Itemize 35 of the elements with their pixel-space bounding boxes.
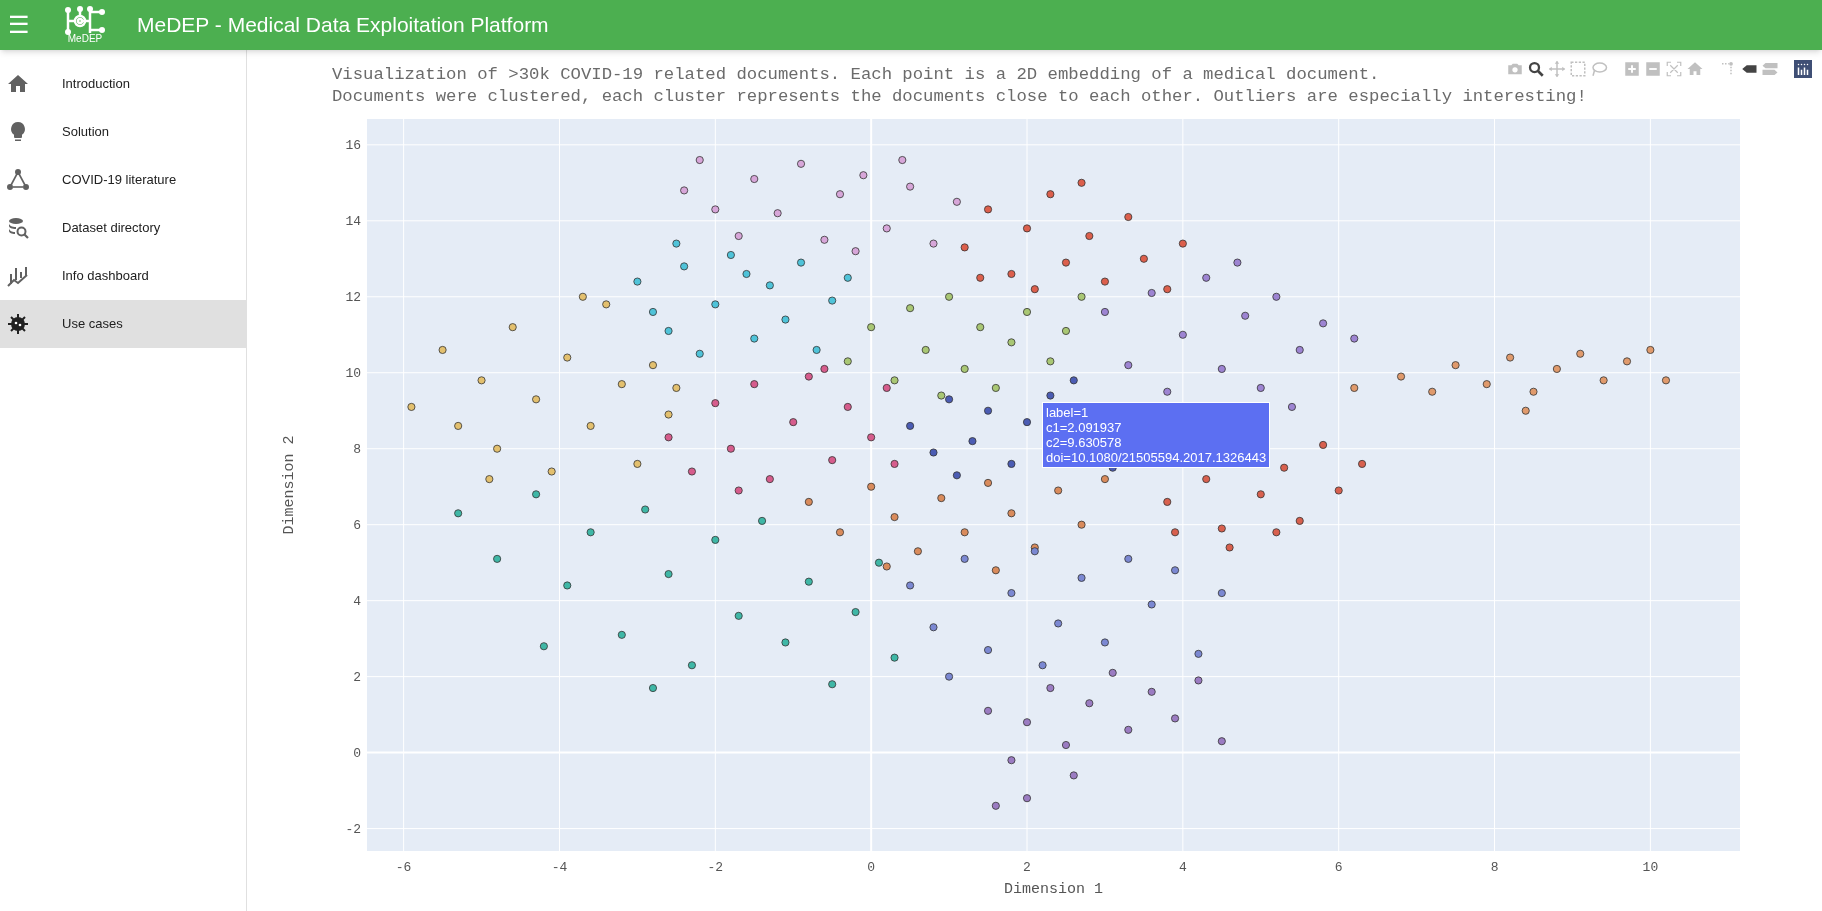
sidebar-item[interactable]: Info dashboard <box>0 252 246 300</box>
y-tick-label: 0 <box>353 745 361 761</box>
tooltip-line: doi=10.1080/21505594.2017.1326443 <box>1046 450 1267 465</box>
sidebar-item[interactable]: Use cases <box>0 300 246 348</box>
chart-title: Visualization of >30k COVID-19 related documents. Each point is a 2D embedding of a medical document. <box>332 64 1380 86</box>
x-tick-label: 6 <box>1334 860 1343 875</box>
x-tick-label: 8 <box>1490 860 1499 875</box>
sidebar-item[interactable]: Solution <box>0 108 246 156</box>
y-tick-label: 8 <box>353 441 361 457</box>
chart-title: Documents were clustered, each cluster represents the documents close to each other. Outliers are especially interesting! <box>332 86 1587 108</box>
x-tick-label: -6 <box>395 860 412 875</box>
tooltip-line: label=1 <box>1046 405 1090 420</box>
y-tick-label: 6 <box>353 517 361 533</box>
x-tick-label: -4 <box>551 860 568 875</box>
y-tick-label: 12 <box>345 289 361 305</box>
x-tick-label: 4 <box>1178 860 1187 875</box>
y-tick-label: 14 <box>345 213 361 229</box>
y-axis-title: Dimension 2 <box>281 435 298 535</box>
sidebar-item[interactable]: Dataset directory <box>0 204 246 252</box>
y-tick-label: -2 <box>345 821 361 837</box>
sidebar-item[interactable]: Introduction <box>0 60 246 108</box>
x-tick-label: 10 <box>1642 860 1659 875</box>
x-axis-title: Dimension 1 <box>1004 881 1103 898</box>
y-tick-label: 4 <box>353 593 361 609</box>
app-title: MeDEP - Medical Data Exploitation Platform <box>137 12 549 39</box>
x-tick-label: -2 <box>707 860 724 875</box>
tooltip-line: c1=2.091937 <box>1046 420 1123 435</box>
y-tick-label: 2 <box>353 669 361 685</box>
y-tick-label: 16 <box>345 137 361 153</box>
x-tick-label: 0 <box>867 860 876 875</box>
logo-text: MeDEP <box>67 34 103 44</box>
tooltip-line: c2=9.630578 <box>1046 435 1123 450</box>
y-tick-label: 10 <box>345 365 361 381</box>
sidebar-item[interactable]: COVID-19 literature <box>0 156 246 204</box>
x-tick-label: 2 <box>1023 860 1031 875</box>
